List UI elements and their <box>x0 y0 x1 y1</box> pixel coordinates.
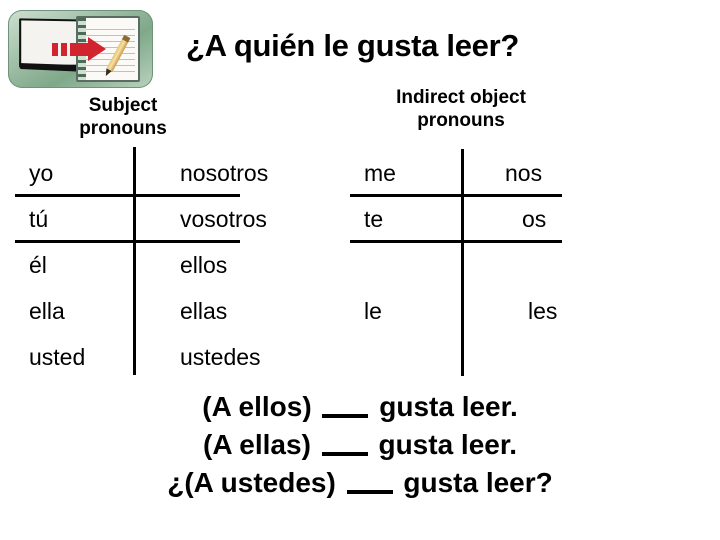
table-row <box>350 242 650 288</box>
table-row: tú vosotros <box>15 196 315 242</box>
table-row: te os <box>350 196 650 242</box>
practice-sentence: ¿(A ustedes) gusta leer? <box>0 464 720 502</box>
cell-plural: nosotros <box>180 160 269 186</box>
subject-header-line-2: pronouns <box>79 118 167 139</box>
cell-plural: ellos <box>180 252 228 278</box>
table-row: ella ellas <box>15 288 315 334</box>
cell-singular: me <box>364 160 396 186</box>
sentence-suffix: gusta leer. <box>379 391 518 422</box>
sentence-prefix: ¿(A ustedes) <box>167 467 336 498</box>
table-row <box>350 334 650 380</box>
cell-singular: usted <box>29 344 86 370</box>
sentence-suffix: gusta leer. <box>378 429 517 460</box>
answer-blank[interactable] <box>346 490 393 494</box>
table-row: me nos <box>350 150 650 196</box>
cell-plural: nos <box>505 160 543 186</box>
indirect-object-pronouns-table: me nos te os le les <box>350 149 650 380</box>
answer-blank[interactable] <box>321 452 368 456</box>
cell-plural: les <box>528 298 558 324</box>
arrow-dash-2 <box>61 43 67 56</box>
practice-sentences: (A ellos) gusta leer. (A ellas) gusta le… <box>0 388 720 502</box>
subject-pronouns-header: Subject pronouns <box>12 94 234 140</box>
cell-singular: te <box>364 206 384 232</box>
cell-singular: yo <box>29 160 54 186</box>
arrow-shaft <box>70 43 90 56</box>
cell-plural: ustedes <box>180 344 261 370</box>
table-row: yo nosotros <box>15 150 315 196</box>
practice-sentence: (A ellas) gusta leer. <box>0 426 720 464</box>
practice-sentence: (A ellos) gusta leer. <box>0 388 720 426</box>
subject-pronouns-table: yo nosotros tú vosotros él ellos ella el… <box>15 147 315 380</box>
board-to-notebook-logo <box>8 10 153 88</box>
indirect-object-pronouns-header: Indirect object pronouns <box>350 86 572 132</box>
sentence-suffix: gusta leer? <box>403 467 553 498</box>
table-row: usted ustedes <box>15 334 315 380</box>
cell-plural: os <box>522 206 547 232</box>
cell-singular: ella <box>29 298 65 324</box>
io-header-line-2: pronouns <box>417 110 505 131</box>
cell-singular: él <box>29 252 47 278</box>
slide-title: ¿A quién le gusta leer? <box>186 28 520 63</box>
cell-plural: ellas <box>180 298 228 324</box>
cell-singular: le <box>364 298 382 324</box>
io-header-line-1: Indirect object <box>396 87 526 108</box>
cell-singular: tú <box>29 206 49 232</box>
red-arrow-icon <box>52 37 106 61</box>
arrow-head <box>88 37 106 61</box>
sentence-prefix: (A ellos) <box>202 391 312 422</box>
cell-plural: vosotros <box>180 206 267 232</box>
table-row: él ellos <box>15 242 315 288</box>
sentence-prefix: (A ellas) <box>203 429 311 460</box>
table-row: le les <box>350 288 650 334</box>
arrow-dash-1 <box>52 43 58 56</box>
subject-header-line-1: Subject <box>88 95 158 116</box>
answer-blank[interactable] <box>322 414 369 418</box>
